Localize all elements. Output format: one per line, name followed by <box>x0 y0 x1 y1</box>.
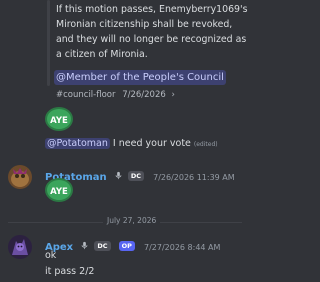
reply-message: @Potatoman I need your vote (edited) <box>45 138 218 149</box>
motion-text: If this motion passes, Enemyberry1069's … <box>56 4 248 60</box>
microphone-icon <box>115 171 122 180</box>
server-tag-badge[interactable]: DC <box>94 240 111 251</box>
message-text: I need your vote <box>112 138 191 149</box>
embed-date: 7/26/2026 <box>122 90 166 100</box>
apex-header: Apex DC OP 7/27/2026 8:44 AM <box>45 235 220 254</box>
avatar[interactable] <box>8 235 32 259</box>
aye-reaction[interactable]: AYE <box>45 178 73 202</box>
message-line: it pass 2/2 <box>45 266 95 277</box>
microphone-icon <box>81 241 88 250</box>
apex-avatar-icon <box>8 235 32 259</box>
edited-label: (edited) <box>193 141 218 148</box>
chevron-right-icon: › <box>171 90 175 100</box>
role-mention[interactable]: @Member of the People's Council <box>54 70 226 85</box>
avatar[interactable] <box>8 165 32 189</box>
timestamp: 7/27/2026 8:44 AM <box>143 243 221 252</box>
server-tag-badge[interactable]: DC <box>127 170 145 181</box>
date-divider: July 27, 2026 <box>103 216 161 225</box>
message-line: ok <box>45 250 57 261</box>
embed-accent-bar <box>47 0 50 86</box>
embed-footer[interactable]: #council-floor 7/26/2026 › <box>56 90 175 100</box>
aye-reaction[interactable]: AYE <box>45 107 73 131</box>
timestamp: 7/26/2026 11:39 AM <box>153 173 235 182</box>
user-mention[interactable]: @Potatoman <box>45 138 110 149</box>
channel-link[interactable]: #council-floor <box>56 90 115 100</box>
potatoman-avatar-icon <box>8 165 32 189</box>
op-badge: OP <box>118 240 135 251</box>
potatoman-header: Potatoman DC 7/26/2026 11:39 AM <box>45 165 235 184</box>
